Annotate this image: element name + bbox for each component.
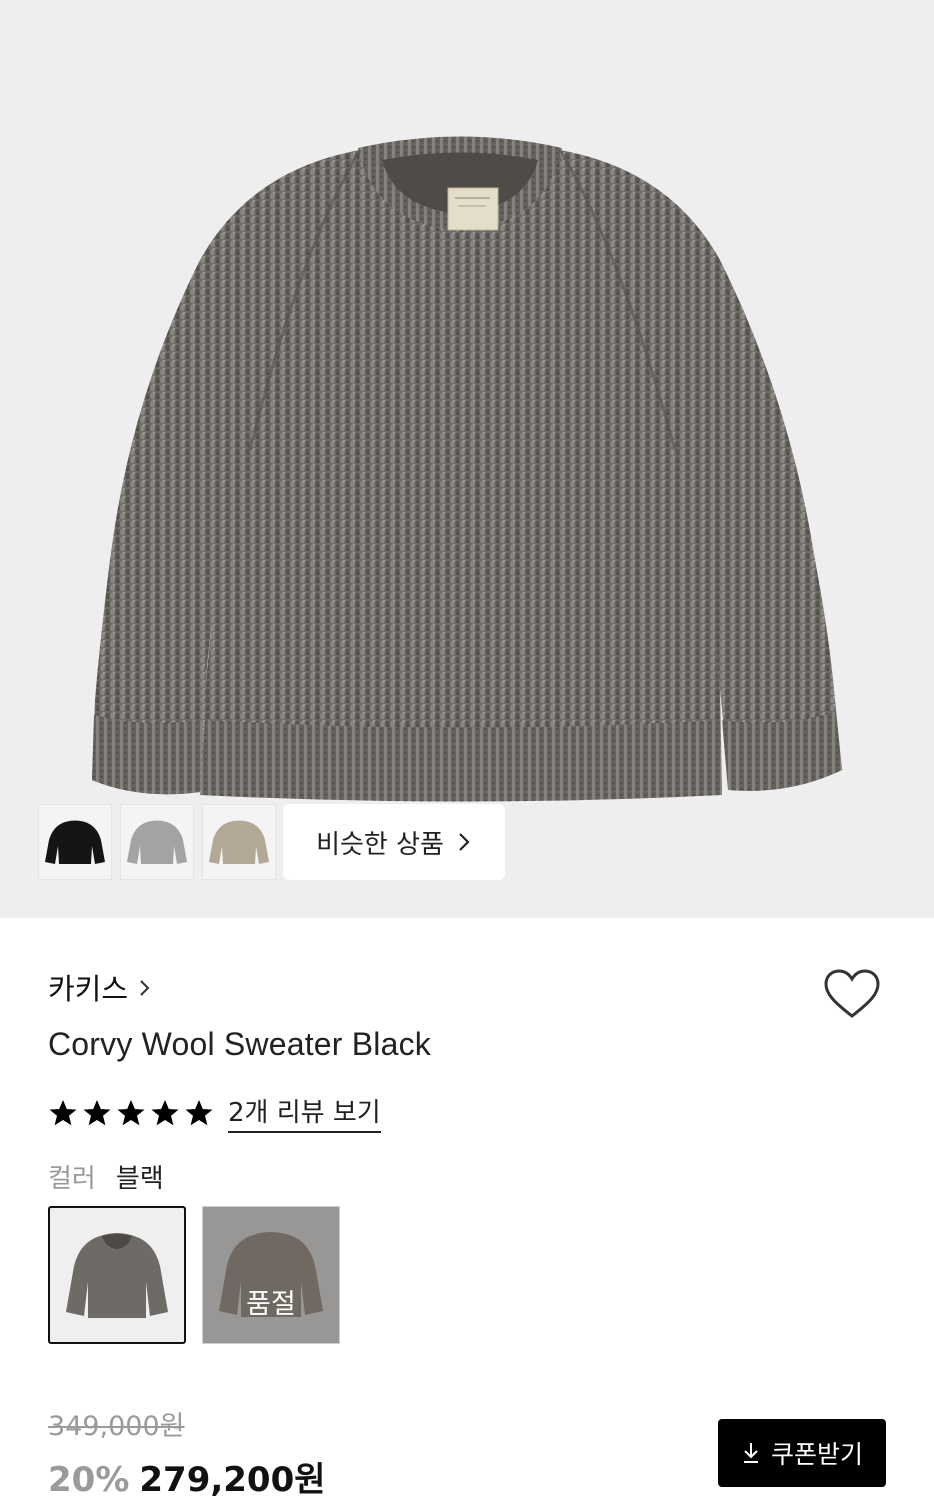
star-icon (185, 1099, 213, 1125)
heart-icon[interactable] (822, 966, 882, 1022)
original-price: 349,000원 (48, 1411, 185, 1442)
color-selector-label: 컬러 블랙 (48, 1158, 164, 1195)
black-sweater-thumbnail-icon (45, 820, 105, 864)
similar-products-button[interactable]: 비슷한 상품 (283, 804, 505, 880)
color-label: 컬러 (48, 1164, 96, 1194)
star-icon (151, 1099, 179, 1125)
beige-sweater-thumbnail-icon (209, 820, 269, 864)
product-main-image (92, 136, 842, 802)
color-thumbnails (38, 804, 276, 880)
brand-name: 카키스 (48, 972, 129, 1006)
chevron-right-icon (459, 833, 470, 851)
similar-products-label: 비슷한 상품 (316, 829, 444, 860)
sold-out-overlay (203, 1207, 339, 1343)
sweater-swatch-image (66, 1233, 168, 1318)
gray-sweater-thumbnail-icon (127, 820, 187, 864)
color-value: 블랙 (115, 1164, 164, 1194)
star-icon (49, 1099, 77, 1125)
sold-out-label: 품절 (246, 1289, 296, 1320)
product-name: Corvy Wool Sweater Black (48, 1026, 432, 1062)
color-option-black[interactable] (48, 1206, 186, 1344)
color-option-sold-out[interactable]: 품절 (202, 1206, 340, 1344)
thumbnail-gray-sweater[interactable] (120, 804, 194, 880)
coupon-download-button[interactable]: 쿠폰받기 (718, 1419, 886, 1487)
coupon-button-label: 쿠폰받기 (770, 1440, 863, 1469)
star-rating (48, 1098, 214, 1128)
brand-link[interactable]: 카키스 (48, 966, 152, 1008)
rating-row: 2개 리뷰 보기 (48, 1092, 381, 1133)
thumbnail-beige-sweater[interactable] (202, 804, 276, 880)
discount-rate: 20% (48, 1460, 130, 1500)
sale-price: 279,200원 (139, 1460, 326, 1500)
product-image-gallery[interactable]: 비슷한 상품 (0, 0, 934, 918)
chevron-right-icon (140, 980, 150, 996)
price-row: 20% 279,200원 (48, 1452, 326, 1500)
thumbnail-black-sweater[interactable] (38, 804, 112, 880)
review-link[interactable]: 2개 리뷰 보기 (228, 1092, 381, 1133)
star-icon (117, 1099, 145, 1125)
star-icon (83, 1099, 111, 1125)
download-icon (743, 1443, 758, 1463)
